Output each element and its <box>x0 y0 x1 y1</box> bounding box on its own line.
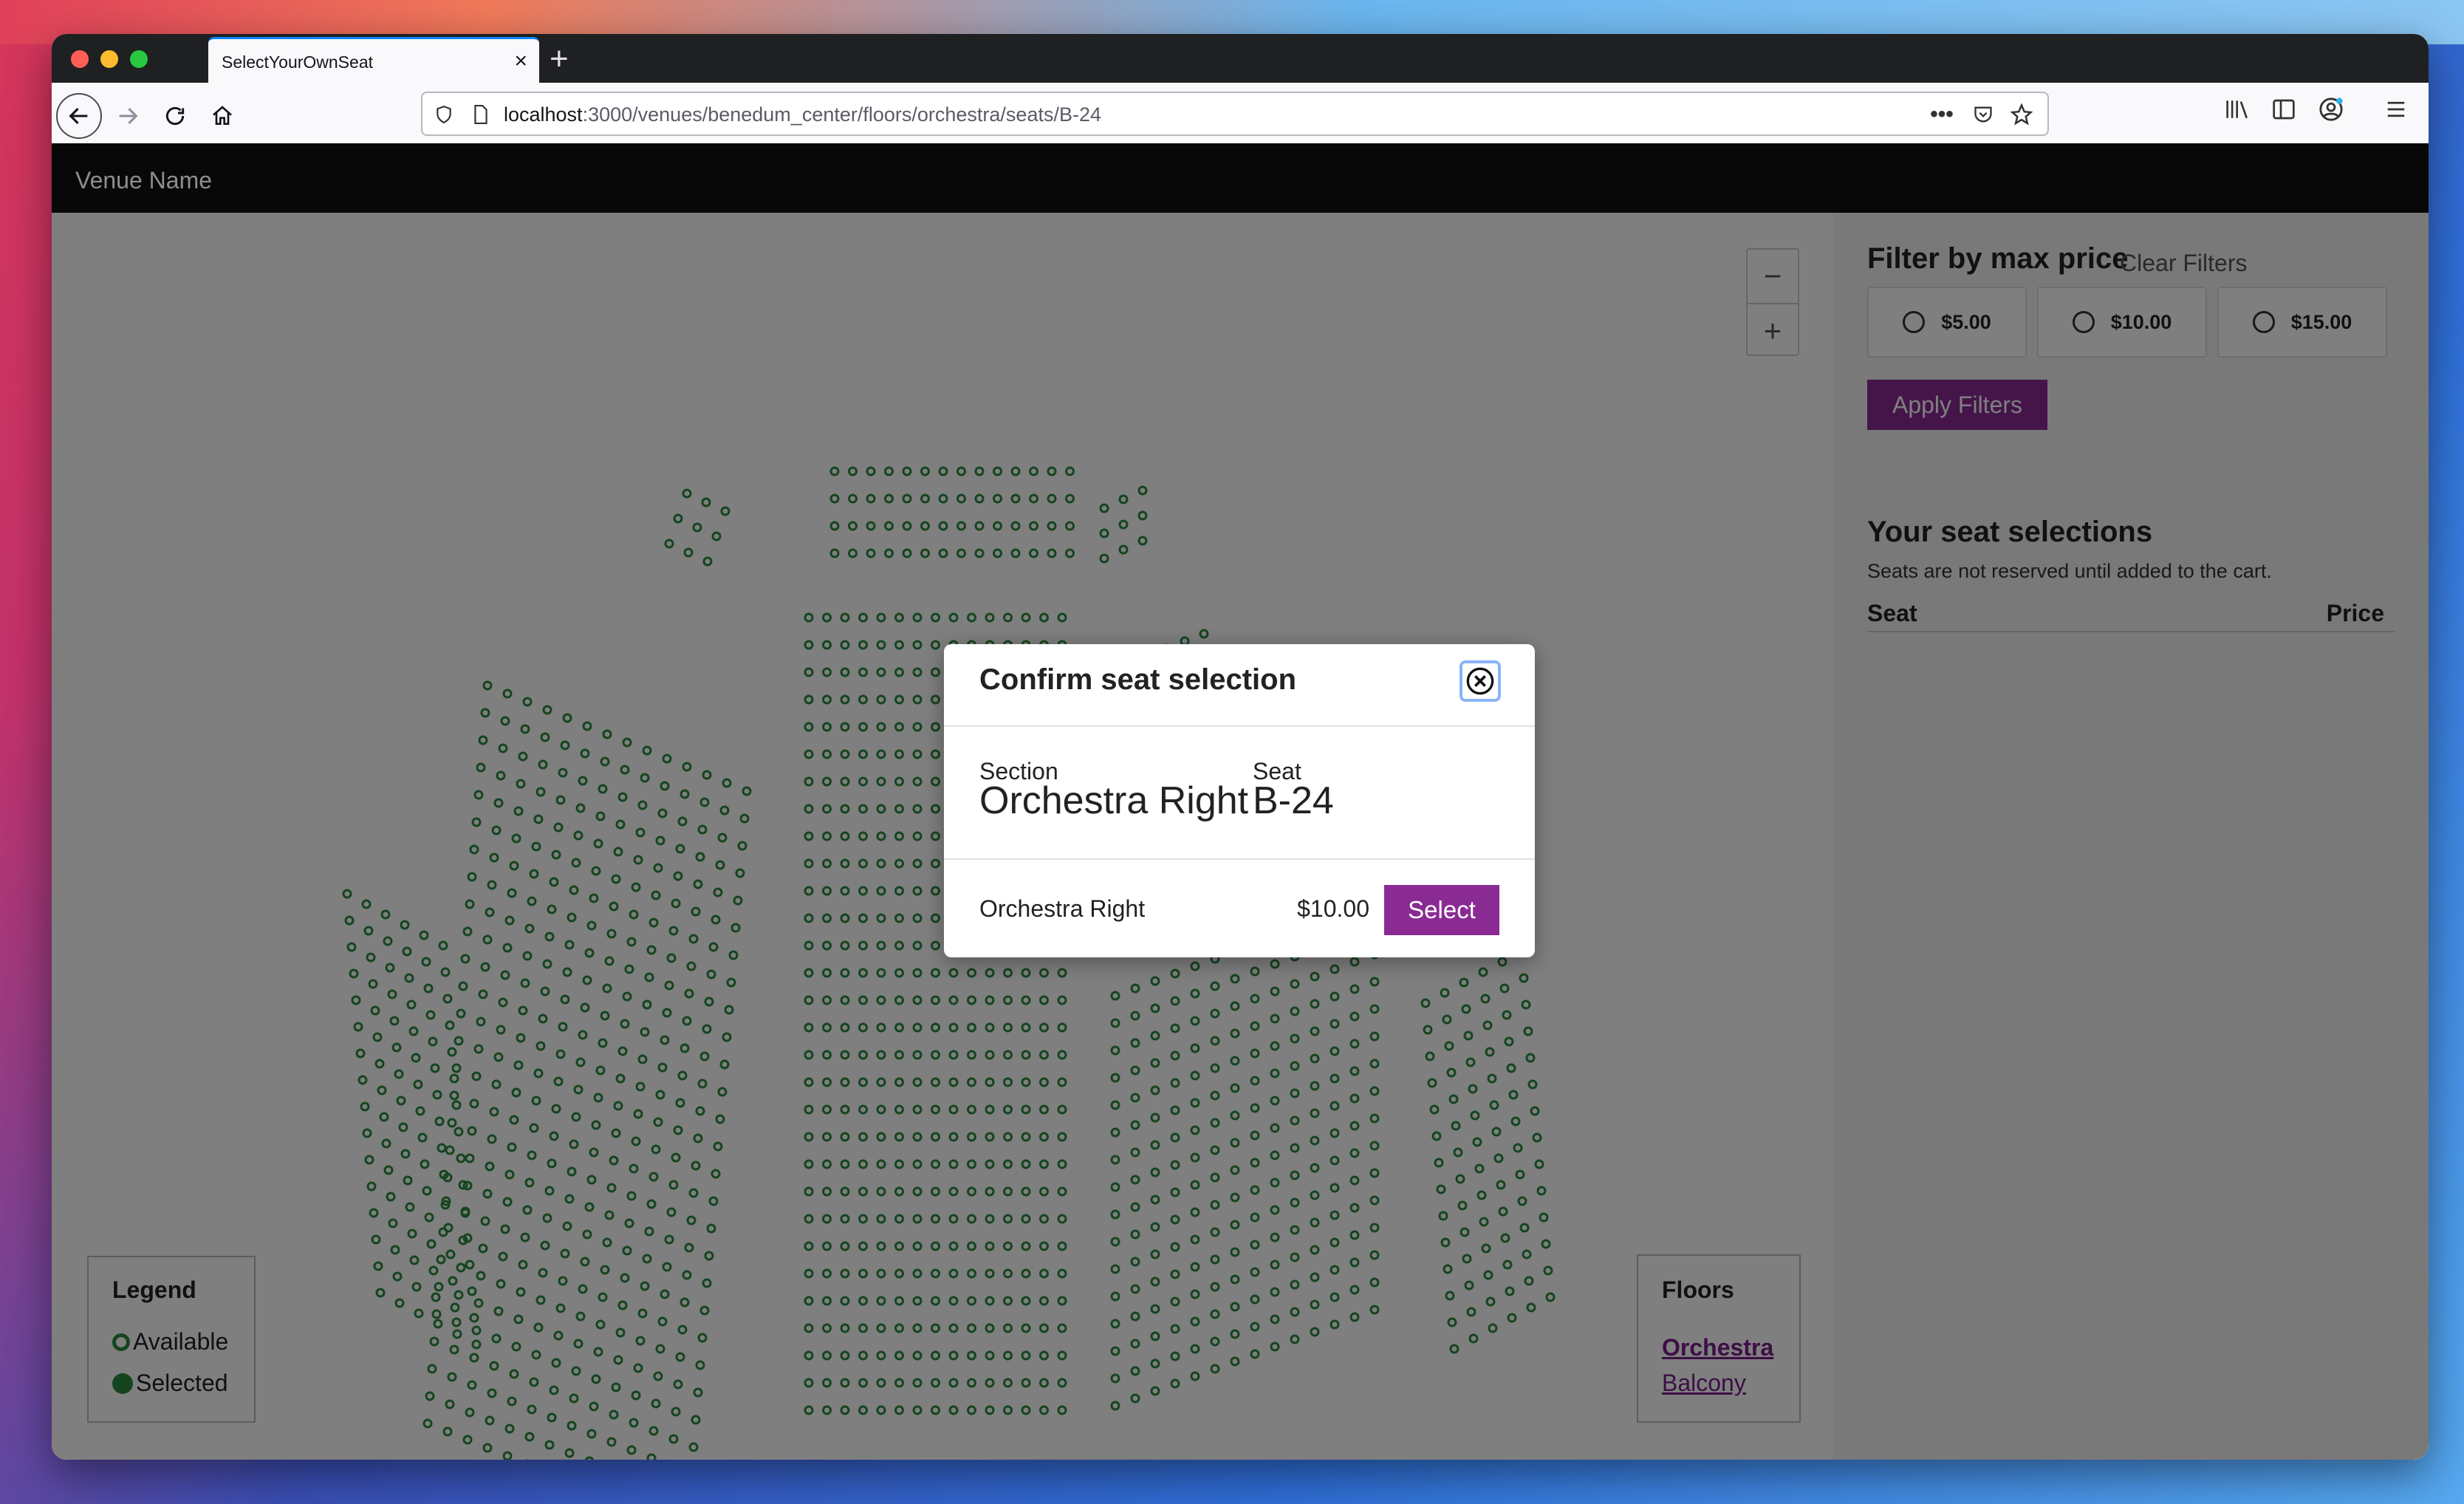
arrow-right-icon <box>119 107 138 125</box>
bookmark-star-icon[interactable] <box>2009 102 2034 127</box>
venue-name-link[interactable]: Venue Name <box>75 167 212 194</box>
dialog-header: Confirm seat selection <box>944 644 1535 727</box>
select-seat-button[interactable]: Select <box>1384 885 1499 935</box>
dialog-body: Section Orchestra Right Seat B-24 <box>944 727 1535 860</box>
library-icon[interactable] <box>2222 93 2254 126</box>
url-bar[interactable]: localhost:3000/venues/benedum_center/flo… <box>421 92 2049 136</box>
offer-price: $10.00 <box>1297 895 1369 922</box>
home-button[interactable] <box>199 93 245 139</box>
minimize-window-button[interactable] <box>100 50 118 68</box>
close-circle-icon <box>1466 667 1494 695</box>
more-actions-icon[interactable]: ••• <box>1929 102 1954 127</box>
tab-title: SelectYourOwnSeat <box>222 52 374 72</box>
section-value: Orchestra Right <box>979 779 1249 822</box>
zoom-window-button[interactable] <box>130 50 148 68</box>
offer-name: Orchestra Right <box>979 895 1146 922</box>
sidebar-toggle-icon[interactable] <box>2268 93 2300 126</box>
dialog-close-button[interactable] <box>1459 660 1501 702</box>
confirm-seat-dialog: Confirm seat selection Section Orchestra… <box>944 644 1535 957</box>
page-icon <box>468 102 493 127</box>
url-text: localhost:3000/venues/benedum_center/flo… <box>504 103 1101 126</box>
dialog-title: Confirm seat selection <box>979 663 1297 696</box>
app-header: Venue Name <box>52 143 2429 213</box>
forward-button[interactable] <box>105 93 151 139</box>
account-icon[interactable] <box>2315 93 2347 126</box>
reload-button[interactable] <box>152 93 198 139</box>
shield-icon[interactable] <box>431 102 456 127</box>
new-tab-icon[interactable]: + <box>550 38 569 80</box>
dialog-offer-row: Orchestra Right $10.00 Select <box>944 860 1535 957</box>
tab-close-icon[interactable]: × <box>514 47 527 76</box>
browser-tab[interactable]: SelectYourOwnSeat × <box>208 37 539 83</box>
tab-bar: SelectYourOwnSeat × + <box>52 34 2429 83</box>
arrow-left-icon <box>69 107 88 125</box>
reload-icon <box>165 106 185 126</box>
back-button[interactable] <box>56 93 102 139</box>
menu-icon[interactable] <box>2380 93 2412 126</box>
close-window-button[interactable] <box>71 50 89 68</box>
pocket-icon[interactable] <box>1971 102 1996 127</box>
home-icon <box>213 106 232 125</box>
browser-window: SelectYourOwnSeat × + localhost:3000/ven… <box>52 34 2429 1460</box>
seat-value: B-24 <box>1253 779 1334 822</box>
